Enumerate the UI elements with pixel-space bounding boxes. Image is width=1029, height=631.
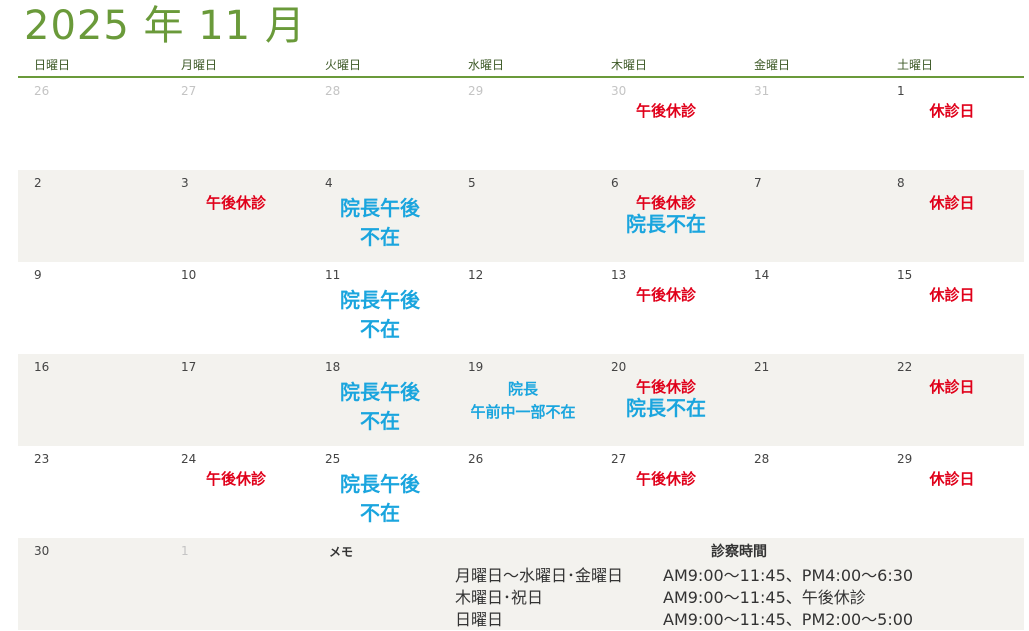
day-number[interactable]: 20 bbox=[611, 360, 626, 374]
day-number[interactable]: 4 bbox=[325, 176, 333, 190]
closed-note: 午後休診 bbox=[635, 286, 696, 304]
hours-row: 日曜日 AM9:00～11:45、PM2:00～5:00 bbox=[455, 606, 1015, 629]
day-number[interactable]: 17 bbox=[181, 360, 196, 374]
day-number[interactable]: 26 bbox=[34, 84, 49, 98]
day-number[interactable]: 10 bbox=[181, 268, 196, 282]
day-number[interactable]: 28 bbox=[754, 452, 769, 466]
doctor-absent-note: 院長不在 bbox=[626, 212, 706, 236]
day-number[interactable]: 23 bbox=[34, 452, 49, 466]
closed-note: 休診日 bbox=[929, 378, 975, 396]
day-number[interactable]: 27 bbox=[611, 452, 626, 466]
day-number[interactable]: 8 bbox=[897, 176, 905, 190]
hours-row: 木曜日･祝日 AM9:00～11:45、午後休診 bbox=[455, 584, 1015, 607]
day-number[interactable]: 6 bbox=[611, 176, 619, 190]
day-number[interactable]: 21 bbox=[754, 360, 769, 374]
day-number[interactable]: 29 bbox=[897, 452, 912, 466]
day-number[interactable]: 5 bbox=[468, 176, 476, 190]
doctor-absent-note: 院長午後 不在 bbox=[340, 196, 420, 249]
weekday-label: 月曜日 bbox=[181, 58, 218, 72]
weekday-label: 火曜日 bbox=[325, 58, 362, 72]
week-row: 26 27 28 29 30 午後休診 31 1 休診日 bbox=[18, 78, 1024, 170]
doctor-absent-note: 院長 午前中一部不在 bbox=[470, 380, 576, 421]
day-number[interactable]: 28 bbox=[325, 84, 340, 98]
doctor-absent-note: 院長午後 不在 bbox=[340, 288, 420, 341]
day-number[interactable]: 16 bbox=[34, 360, 49, 374]
week-row: 23 24 午後休診 25 院長午後 不在 26 27 午後休診 28 29 休診日 bbox=[18, 446, 1024, 538]
day-number[interactable]: 31 bbox=[754, 84, 769, 98]
day-number[interactable]: 14 bbox=[754, 268, 769, 282]
day-number[interactable]: 30 bbox=[611, 84, 626, 98]
closed-note: 午後休診 bbox=[205, 470, 266, 488]
weekday-label: 水曜日 bbox=[468, 58, 505, 72]
closed-note: 休診日 bbox=[929, 102, 975, 120]
day-number[interactable]: 26 bbox=[468, 452, 483, 466]
weekday-header: 日曜日 月曜日 火曜日 水曜日 木曜日 金曜日 土曜日 bbox=[18, 56, 1024, 76]
day-number[interactable]: 1 bbox=[181, 544, 189, 558]
day-number[interactable]: 13 bbox=[611, 268, 626, 282]
hours-time: AM9:00～11:45、午後休診 bbox=[663, 588, 866, 607]
day-number[interactable]: 3 bbox=[181, 176, 189, 190]
memo-label: メモ bbox=[329, 545, 354, 559]
day-number[interactable]: 11 bbox=[325, 268, 340, 282]
closed-note: 午後休診 bbox=[635, 470, 696, 488]
week-row: 2 3 午後休診 4 院長午後 不在 5 6 午後休診 院長不在 7 8 休診日 bbox=[18, 170, 1024, 262]
day-number[interactable]: 19 bbox=[468, 360, 483, 374]
closed-note: 休診日 bbox=[929, 470, 975, 488]
weekday-label: 日曜日 bbox=[34, 58, 71, 72]
day-number[interactable]: 7 bbox=[754, 176, 762, 190]
closed-note: 午後休診 bbox=[205, 194, 266, 212]
week-row: 9 10 11 院長午後 不在 12 13 午後休診 14 15 休診日 bbox=[18, 262, 1024, 354]
closed-note: 休診日 bbox=[929, 286, 975, 304]
day-number[interactable]: 1 bbox=[897, 84, 905, 98]
closed-note: 午後休診 bbox=[635, 102, 696, 120]
day-number[interactable]: 27 bbox=[181, 84, 196, 98]
doctor-absent-note: 院長不在 bbox=[626, 396, 706, 420]
day-number[interactable]: 25 bbox=[325, 452, 340, 466]
hours-title: 診察時間 bbox=[711, 544, 767, 560]
day-number[interactable]: 9 bbox=[34, 268, 42, 282]
hours-days: 月曜日～水曜日･金曜日 bbox=[455, 566, 624, 585]
doctor-absent-note: 院長午後 不在 bbox=[340, 380, 420, 433]
week-row: 16 17 18 院長午後 不在 19 院長 午前中一部不在 20 午後休診 院長不在 21 22 休… bbox=[18, 354, 1024, 446]
hours-time: AM9:00～11:45、PM2:00～5:00 bbox=[663, 610, 914, 629]
hours-row: 月曜日～水曜日･金曜日 AM9:00～11:45、PM4:00～6:30 bbox=[455, 562, 1015, 585]
day-number[interactable]: 22 bbox=[897, 360, 912, 374]
day-number[interactable]: 29 bbox=[468, 84, 483, 98]
day-number[interactable]: 24 bbox=[181, 452, 196, 466]
hours-days: 木曜日･祝日 bbox=[455, 588, 544, 607]
day-number[interactable]: 18 bbox=[325, 360, 340, 374]
hours-days: 日曜日 bbox=[455, 610, 504, 629]
day-number[interactable]: 2 bbox=[34, 176, 42, 190]
day-number[interactable]: 15 bbox=[897, 268, 912, 282]
doctor-absent-note: 院長午後 不在 bbox=[340, 472, 420, 525]
closed-note: 休診日 bbox=[929, 194, 975, 212]
hours-time: AM9:00～11:45、PM4:00～6:30 bbox=[663, 566, 914, 585]
weekday-label: 木曜日 bbox=[611, 58, 648, 72]
day-number[interactable]: 12 bbox=[468, 268, 483, 282]
day-number[interactable]: 30 bbox=[34, 544, 49, 558]
calendar-title: 2025 年 11 月 bbox=[24, 3, 306, 49]
weekday-label: 土曜日 bbox=[897, 58, 934, 72]
weekday-label: 金曜日 bbox=[754, 58, 791, 72]
